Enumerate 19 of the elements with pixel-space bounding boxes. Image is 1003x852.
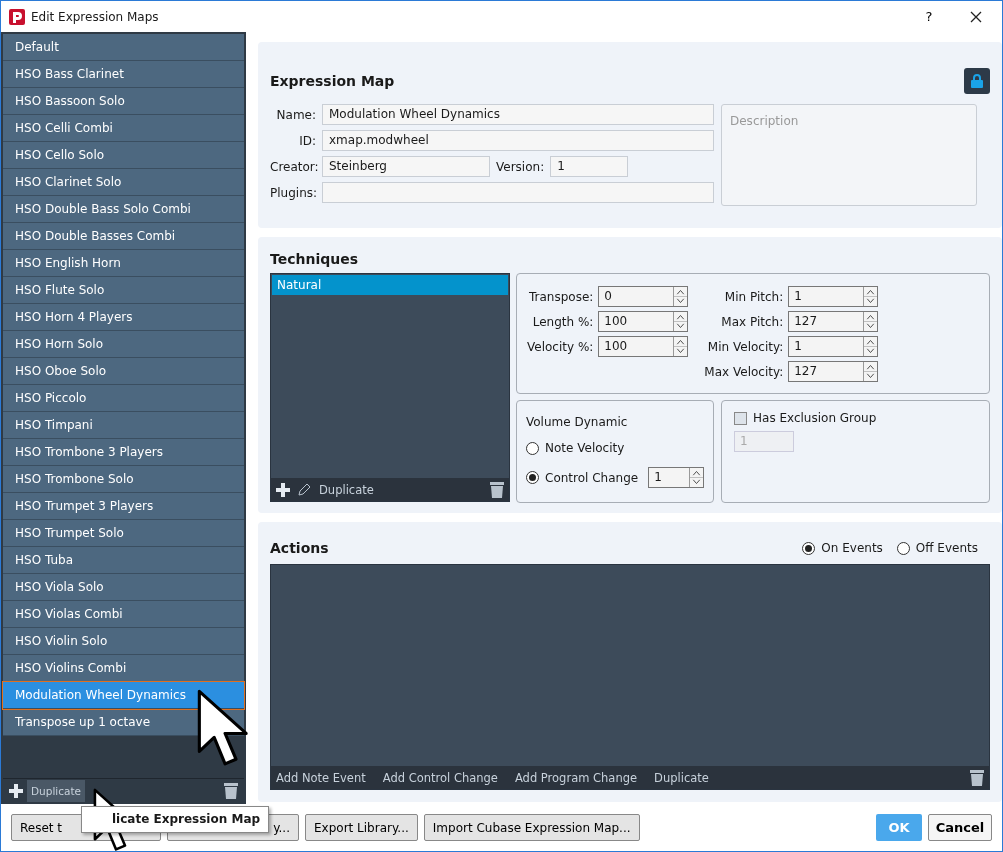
parameter-label: Transpose:	[528, 289, 594, 304]
field-label: Version:	[496, 159, 545, 174]
parameter-label: Min Velocity:	[706, 339, 784, 354]
field-label: ID:	[298, 133, 316, 148]
group-label: Volume Dynamic	[526, 415, 629, 429]
field-label: Name:	[275, 107, 316, 122]
section-title: Expression Map	[270, 73, 395, 89]
section-title: Actions	[270, 540, 329, 556]
field-label: Plugins:	[270, 185, 316, 200]
section-title: Techniques	[270, 251, 360, 267]
parameter-label: Min Pitch:	[723, 289, 784, 304]
parameter-label: Max Velocity:	[704, 364, 784, 379]
checkbox-label: Has Exclusion Group	[753, 411, 877, 425]
field-label: Creator:	[270, 159, 316, 174]
parameter-label: Length %:	[531, 314, 594, 329]
parameter-label: Velocity %:	[527, 339, 594, 354]
tooltip: licate Expression Map	[81, 806, 269, 833]
parameter-label: Max Pitch:	[720, 314, 784, 329]
window-title: Edit Expression Maps	[31, 9, 160, 24]
